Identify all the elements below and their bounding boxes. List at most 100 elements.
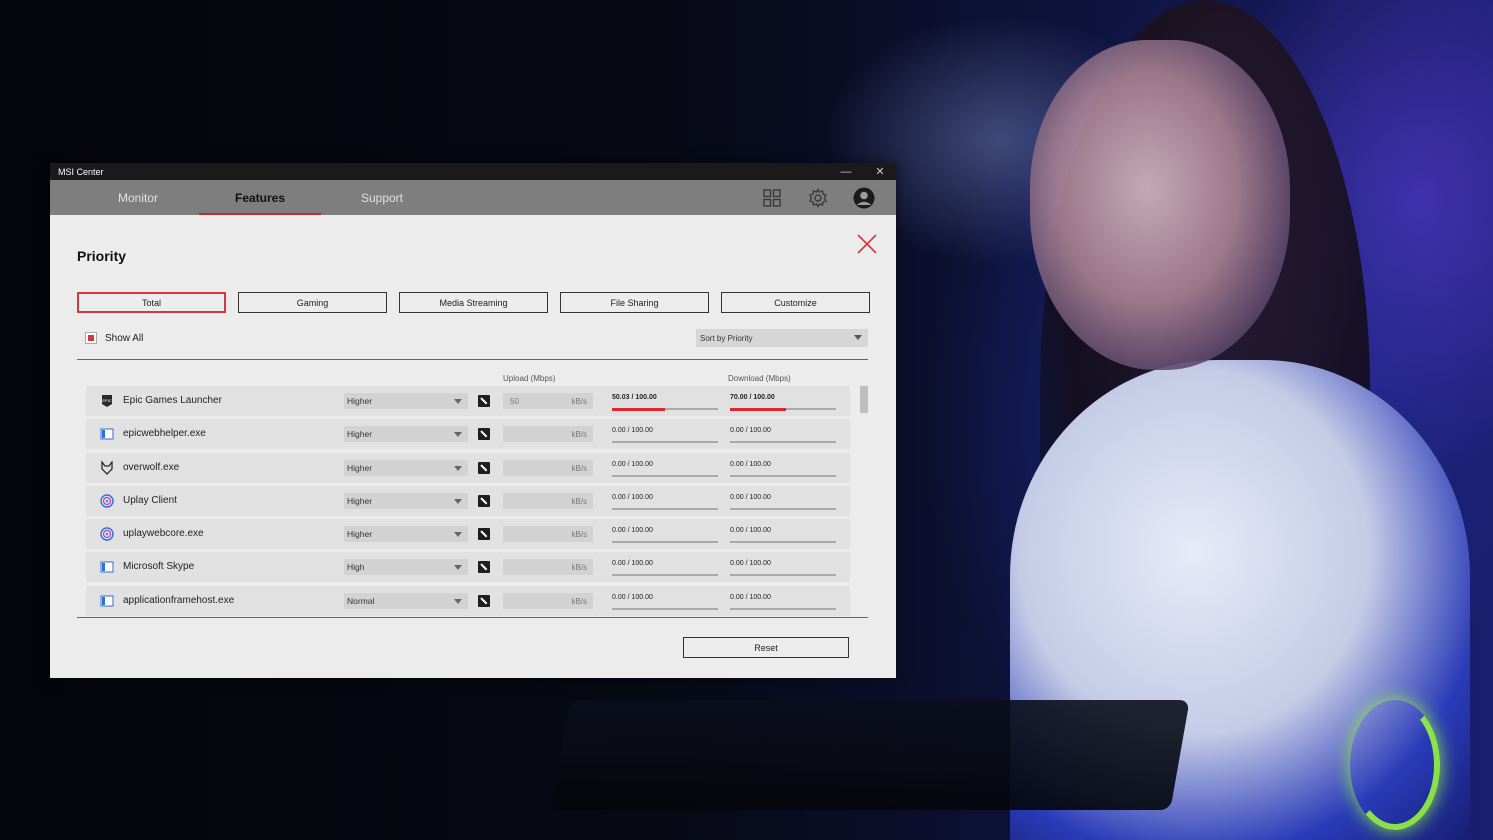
priority-dropdown[interactable]: Higher <box>344 459 468 476</box>
priority-panel: Priority Total Gaming Media Streaming Fi… <box>50 215 896 678</box>
bandwidth-limit-input[interactable]: 50 kB/s <box>503 393 593 409</box>
window-app-icon <box>100 560 114 574</box>
chevron-down-icon <box>454 399 462 404</box>
bandwidth-limit-input[interactable]: kB/s <box>503 559 593 576</box>
gear-icon[interactable] <box>806 186 830 210</box>
close-icon[interactable] <box>856 233 878 255</box>
window-title: MSI Center <box>58 166 104 177</box>
app-row[interactable]: Uplay Client Higher kB/s 0.00 / 100.00 0… <box>86 485 850 516</box>
download-value: 0.00 / 100.00 <box>730 593 771 601</box>
bandwidth-limit-input[interactable]: kB/s <box>503 459 593 476</box>
chevron-down-icon <box>454 432 462 438</box>
app-name: overwolf.exe <box>123 461 180 473</box>
priority-dropdown[interactable]: High <box>344 559 468 576</box>
upload-track <box>612 474 718 477</box>
app-name: Microsoft Skype <box>123 561 195 573</box>
bandwidth-limit-input[interactable]: kB/s <box>503 426 593 443</box>
person-face <box>1030 40 1290 370</box>
download-track <box>730 541 836 544</box>
upload-value: 0.00 / 100.00 <box>612 460 653 468</box>
list-scrollbar[interactable] <box>860 386 868 413</box>
title-bar: MSI Center — ✕ <box>50 163 896 180</box>
app-name: Epic Games Launcher <box>123 395 222 406</box>
upload-value: 0.00 / 100.00 <box>612 593 653 601</box>
main-nav: Monitor Features Support <box>50 180 896 215</box>
window-app-icon <box>100 594 114 608</box>
limit-toggle-icon[interactable] <box>478 395 490 407</box>
download-value: 0.00 / 100.00 <box>730 527 771 535</box>
limit-value: 50 <box>510 397 519 406</box>
upload-fill <box>612 407 666 411</box>
app-name: applicationframehost.exe <box>123 594 235 606</box>
chevron-down-icon <box>454 565 462 571</box>
grid-icon[interactable] <box>760 186 784 210</box>
priority-value: Higher <box>347 396 373 406</box>
avatar-icon[interactable] <box>852 186 876 210</box>
priority-value: High <box>347 562 365 573</box>
upload-track <box>612 441 718 444</box>
filter-media-streaming-button[interactable]: Media Streaming <box>399 292 548 313</box>
neon-bracelet <box>1350 700 1440 830</box>
upload-value: 0.00 / 100.00 <box>612 427 653 435</box>
msi-center-window: MSI Center — ✕ Monitor Features Support … <box>50 163 896 678</box>
show-all-checkbox[interactable] <box>85 332 97 344</box>
limit-toggle-icon[interactable] <box>478 594 490 607</box>
reset-button[interactable]: Reset <box>683 637 849 658</box>
tab-support[interactable]: Support <box>321 180 443 215</box>
limit-unit: kB/s <box>571 563 587 573</box>
download-track <box>730 407 836 411</box>
uplay-icon <box>100 527 114 541</box>
chevron-down-icon <box>454 598 462 604</box>
priority-value: Normal <box>347 595 375 606</box>
priority-value: Higher <box>347 529 373 540</box>
limit-unit: kB/s <box>571 496 587 506</box>
limit-toggle-icon[interactable] <box>478 494 490 507</box>
app-name: Uplay Client <box>123 494 177 506</box>
chevron-down-icon <box>454 465 462 471</box>
upload-column-header: Upload (Mbps) <box>503 374 556 383</box>
download-track <box>730 474 836 477</box>
upload-track <box>612 574 718 577</box>
tab-monitor[interactable]: Monitor <box>77 180 199 215</box>
priority-value: Higher <box>347 495 373 506</box>
filter-customize-button[interactable]: Customize <box>721 292 870 313</box>
app-row[interactable]: uplaywebcore.exe Higher kB/s 0.00 / 100.… <box>86 519 850 550</box>
filter-file-sharing-button[interactable]: File Sharing <box>560 292 709 313</box>
uplay-icon <box>100 494 114 508</box>
limit-unit: kB/s <box>571 596 587 606</box>
show-all-control[interactable]: Show All <box>85 332 143 344</box>
limit-unit: kB/s <box>571 397 587 406</box>
filter-total-button[interactable]: Total <box>77 292 226 313</box>
filter-gaming-button[interactable]: Gaming <box>238 292 387 313</box>
chevron-down-icon <box>454 532 462 538</box>
download-track <box>730 441 836 444</box>
upload-value: 0.00 / 100.00 <box>612 560 653 568</box>
tab-features[interactable]: Features <box>199 180 321 215</box>
app-row[interactable]: overwolf.exe Higher kB/s 0.00 / 100.00 0… <box>86 452 850 483</box>
sort-dropdown[interactable]: Sort by Priority <box>696 329 868 347</box>
download-value: 0.00 / 100.00 <box>730 460 771 468</box>
app-name: uplaywebcore.exe <box>123 528 204 540</box>
minimize-button[interactable]: — <box>834 163 858 180</box>
priority-dropdown[interactable]: Higher <box>344 426 468 443</box>
limit-toggle-icon[interactable] <box>478 461 490 474</box>
app-row[interactable]: Microsoft Skype High kB/s 0.00 / 100.00 … <box>86 552 850 583</box>
priority-dropdown[interactable]: Higher <box>344 526 468 543</box>
priority-dropdown[interactable]: Higher <box>344 393 468 409</box>
priority-dropdown[interactable]: Higher <box>344 492 468 509</box>
download-fill <box>730 407 787 411</box>
app-row[interactable]: applicationframehost.exe Normal kB/s 0.0… <box>86 585 850 616</box>
limit-toggle-icon[interactable] <box>478 561 490 574</box>
bandwidth-limit-input[interactable]: kB/s <box>503 592 593 609</box>
app-row[interactable]: EPIC Epic Games Launcher Higher 50 kB/s … <box>86 386 850 416</box>
app-row[interactable]: epicwebhelper.exe Higher kB/s 0.00 / 100… <box>86 419 850 450</box>
bandwidth-limit-input[interactable]: kB/s <box>503 492 593 509</box>
limit-toggle-icon[interactable] <box>478 428 490 441</box>
upload-track <box>612 607 718 610</box>
bandwidth-limit-input[interactable]: kB/s <box>503 526 593 543</box>
keyboard <box>550 700 1190 810</box>
priority-dropdown[interactable]: Normal <box>344 592 468 609</box>
window-close-button[interactable]: ✕ <box>868 163 892 180</box>
limit-toggle-icon[interactable] <box>478 528 490 541</box>
download-value: 0.00 / 100.00 <box>730 493 771 501</box>
